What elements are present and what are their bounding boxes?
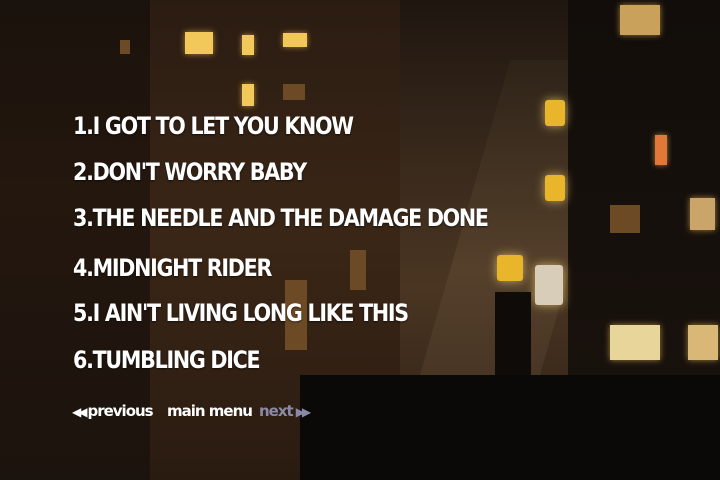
track-number: 1.: [73, 112, 94, 140]
track-3-item[interactable]: 3.THE NEEDLE AND THE DAMAGE DONE: [73, 203, 489, 233]
window: [120, 40, 130, 54]
track-1-item[interactable]: 1.I GOT TO LET YOU KNOW: [73, 111, 354, 141]
taxi: [497, 255, 523, 281]
track-6-item[interactable]: 6.TUMBLING DICE: [73, 345, 261, 375]
track-title: I AIN'T LIVING LONG LIKE THIS: [92, 299, 410, 327]
window: [610, 325, 660, 360]
track-title: TUMBLING DICE: [92, 346, 261, 374]
track-number: 2.: [73, 158, 94, 186]
double-right-arrow-icon: ▶▶: [295, 405, 312, 419]
window: [185, 32, 213, 54]
taxi: [545, 100, 565, 126]
window: [283, 33, 307, 47]
rooftop: [300, 375, 720, 480]
next-label: next: [259, 402, 294, 420]
window: [242, 84, 254, 106]
window: [242, 35, 254, 55]
track-number: 5.: [73, 299, 94, 327]
truck: [535, 265, 563, 305]
main-menu-label: main menu: [167, 402, 253, 420]
window: [688, 325, 718, 360]
main-menu-button[interactable]: main menu: [167, 400, 253, 422]
window: [283, 84, 305, 100]
track-number: 4.: [73, 254, 94, 282]
taxi: [545, 175, 565, 201]
track-title: DON'T WORRY BABY: [92, 158, 308, 186]
window: [690, 198, 715, 230]
chimney: [495, 292, 531, 382]
double-left-arrow-icon: ◀◀: [72, 405, 88, 419]
track-number: 6.: [73, 346, 94, 374]
previous-button[interactable]: ◀◀ previous: [72, 400, 154, 423]
track-title: MIDNIGHT RIDER: [92, 254, 273, 282]
track-5-item[interactable]: 5.I AIN'T LIVING LONG LIKE THIS: [73, 298, 410, 328]
track-2-item[interactable]: 2.DON'T WORRY BABY: [73, 157, 308, 187]
track-title: I GOT TO LET YOU KNOW: [92, 112, 354, 140]
window: [655, 135, 667, 165]
window: [610, 205, 640, 233]
window: [350, 250, 366, 290]
track-number: 3.: [73, 204, 94, 232]
next-button[interactable]: next ▶▶: [259, 400, 312, 423]
previous-label: previous: [87, 402, 153, 420]
track-4-item[interactable]: 4.MIDNIGHT RIDER: [73, 253, 273, 283]
window: [620, 5, 660, 35]
track-title: THE NEEDLE AND THE DAMAGE DONE: [92, 204, 489, 232]
